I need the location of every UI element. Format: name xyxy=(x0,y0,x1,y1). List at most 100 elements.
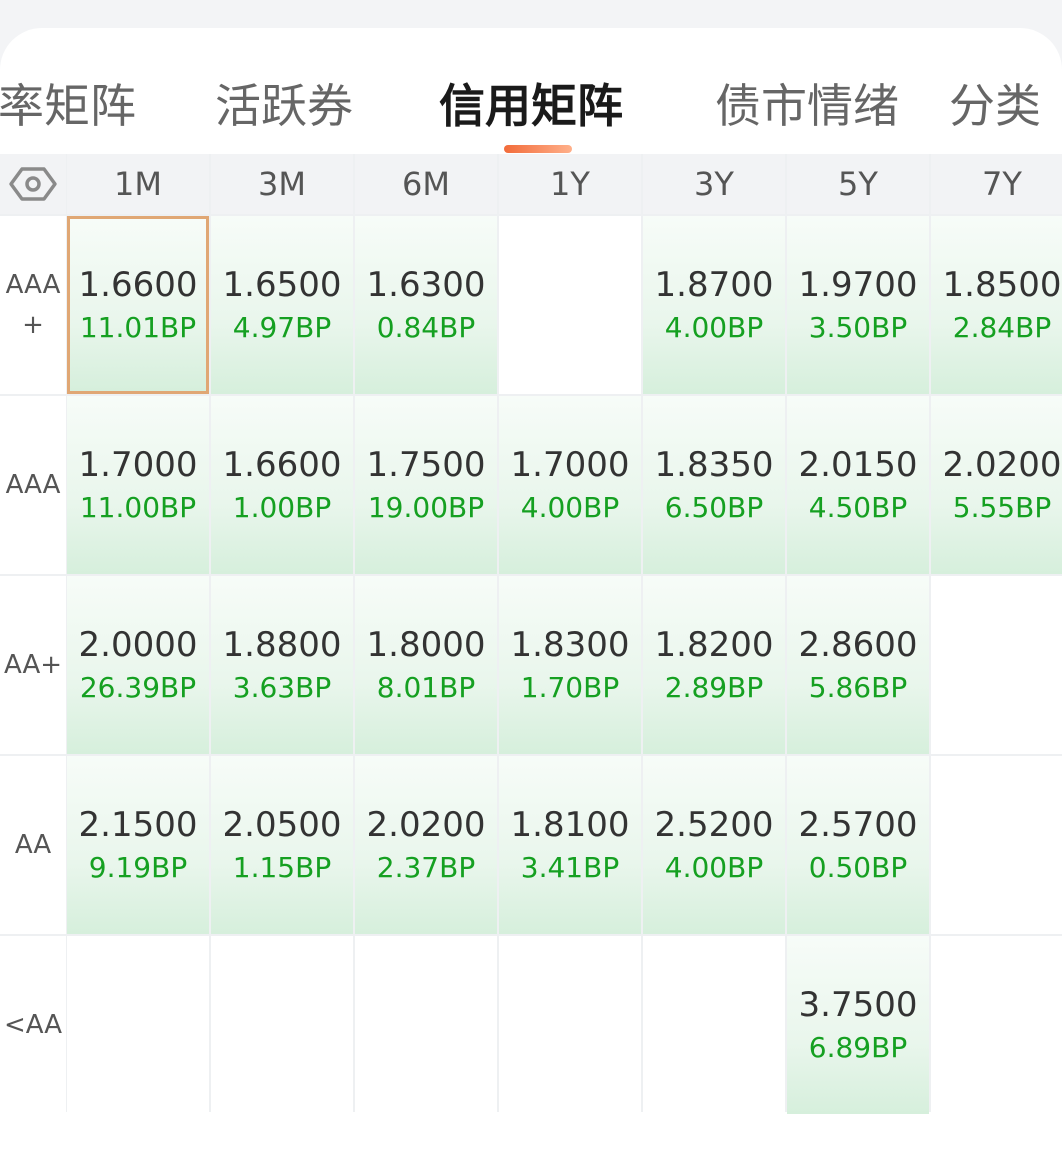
cell-yield-value: 1.7000 xyxy=(78,445,198,485)
row-label-line1: AAA xyxy=(5,270,61,300)
cell-change-bp: 8.01BP xyxy=(376,671,476,704)
cell-change-bp: 4.50BP xyxy=(808,491,908,524)
cell-change-bp: 1.15BP xyxy=(232,851,332,884)
cell-change-bp: 5.86BP xyxy=(808,671,908,704)
column-header[interactable]: 7Y xyxy=(931,154,1062,214)
credit-matrix-table: 1M 3M 6M 1Y 3Y 5Y 7Y AAA +1.6600 11.01BP 1.6500 4.9… xyxy=(0,154,1062,1114)
tab-rate-matrix[interactable]: 率矩阵 xyxy=(0,78,136,134)
cell-yield-value: 1.7500 xyxy=(366,445,486,485)
cell-yield-value: 2.5200 xyxy=(654,805,774,845)
cell-yield-value: 1.6300 xyxy=(366,265,486,305)
cell-yield-value: 2.0200 xyxy=(942,445,1062,485)
cell-yield-value: 1.8000 xyxy=(366,625,486,665)
matrix-cell[interactable]: 2.8600 5.86BP xyxy=(787,576,929,754)
cell-change-bp: 11.00BP xyxy=(79,491,197,524)
cell-change-bp: 26.39BP xyxy=(79,671,197,704)
matrix-cell[interactable]: 1.8300 1.70BP xyxy=(499,576,641,754)
matrix-cell-empty xyxy=(931,936,1062,1114)
row-label-line1: AAA xyxy=(5,470,61,500)
cell-yield-value: 2.0150 xyxy=(798,445,918,485)
matrix-cell[interactable]: 2.0200 5.55BP xyxy=(931,396,1062,574)
matrix-cell-empty xyxy=(499,936,641,1114)
matrix-cell[interactable]: 2.0150 4.50BP xyxy=(787,396,929,574)
row-label-line2: + xyxy=(22,310,44,340)
row-header: <AA xyxy=(0,936,66,1114)
cell-change-bp: 4.00BP xyxy=(520,491,620,524)
matrix-cell[interactable]: 1.6600 11.01BP xyxy=(67,216,209,394)
row-header-text: AAA xyxy=(6,465,61,505)
matrix-cell-empty xyxy=(643,936,785,1114)
cell-yield-value: 1.8800 xyxy=(222,625,342,665)
matrix-settings-button[interactable] xyxy=(0,154,66,214)
column-header[interactable]: 1M xyxy=(67,154,209,214)
cell-yield-value: 1.6500 xyxy=(222,265,342,305)
cell-yield-value: 1.8350 xyxy=(654,445,774,485)
matrix-cell[interactable]: 2.0000 26.39BP xyxy=(67,576,209,754)
column-header[interactable]: 5Y xyxy=(787,154,929,214)
matrix-cell[interactable]: 2.0200 2.37BP xyxy=(355,756,497,934)
matrix-cell[interactable]: 1.8350 6.50BP xyxy=(643,396,785,574)
matrix-cell[interactable]: 1.6600 1.00BP xyxy=(211,396,353,574)
cell-change-bp: 11.01BP xyxy=(79,311,197,344)
tab-category[interactable]: 分类 xyxy=(949,78,1041,134)
cell-change-bp: 3.50BP xyxy=(808,311,908,344)
row-header-text: AAA + xyxy=(6,265,61,345)
matrix-cell[interactable]: 3.7500 6.89BP xyxy=(787,936,929,1114)
matrix-cell[interactable]: 1.7000 11.00BP xyxy=(67,396,209,574)
cell-yield-value: 1.8100 xyxy=(510,805,630,845)
column-header[interactable]: 6M xyxy=(355,154,497,214)
cell-yield-value: 1.8500 xyxy=(942,265,1062,305)
cell-change-bp: 5.55BP xyxy=(952,491,1052,524)
hexagon-settings-icon xyxy=(9,167,57,201)
cell-yield-value: 3.7500 xyxy=(798,985,918,1025)
cell-yield-value: 2.0500 xyxy=(222,805,342,845)
matrix-cell[interactable]: 1.7500 19.00BP xyxy=(355,396,497,574)
column-header[interactable]: 1Y xyxy=(499,154,641,214)
column-header[interactable]: 3Y xyxy=(643,154,785,214)
cell-change-bp: 19.00BP xyxy=(367,491,485,524)
matrix-cell[interactable]: 1.8500 2.84BP xyxy=(931,216,1062,394)
matrix-cell[interactable]: 1.8000 8.01BP xyxy=(355,576,497,754)
row-header: AA xyxy=(0,756,66,934)
matrix-cell-empty xyxy=(355,936,497,1114)
cell-yield-value: 2.0000 xyxy=(78,625,198,665)
row-header: AAA xyxy=(0,396,66,574)
matrix-cell[interactable]: 1.6300 0.84BP xyxy=(355,216,497,394)
tab-bond-sentiment[interactable]: 债市情绪 xyxy=(715,78,899,134)
matrix-cell[interactable]: 2.0500 1.15BP xyxy=(211,756,353,934)
cell-change-bp: 4.97BP xyxy=(232,311,332,344)
matrix-cell[interactable]: 1.8100 3.41BP xyxy=(499,756,641,934)
cell-change-bp: 2.84BP xyxy=(952,311,1052,344)
matrix-cell[interactable]: 1.7000 4.00BP xyxy=(499,396,641,574)
matrix-cell[interactable]: 2.5200 4.00BP xyxy=(643,756,785,934)
cell-yield-value: 1.7000 xyxy=(510,445,630,485)
cell-change-bp: 3.41BP xyxy=(520,851,620,884)
cell-yield-value: 1.8300 xyxy=(510,625,630,665)
cell-change-bp: 4.00BP xyxy=(664,311,764,344)
cell-change-bp: 0.50BP xyxy=(808,851,908,884)
cell-change-bp: 4.00BP xyxy=(664,851,764,884)
credit-matrix-card: 率矩阵 活跃券 信用矩阵 债市情绪 分类 1M 3M 6M 1Y 3Y 5Y 7Y AAA +1… xyxy=(0,28,1062,1150)
matrix-cell-empty xyxy=(931,756,1062,934)
cell-change-bp: 1.00BP xyxy=(232,491,332,524)
tab-active-bonds[interactable]: 活跃券 xyxy=(215,78,353,134)
row-header: AA+ xyxy=(0,576,66,754)
row-label-line1: AA xyxy=(14,830,52,860)
matrix-cell[interactable]: 1.6500 4.97BP xyxy=(211,216,353,394)
row-header-text: <AA xyxy=(4,1005,62,1045)
tab-credit-matrix[interactable]: 信用矩阵 xyxy=(439,78,623,134)
cell-change-bp: 2.89BP xyxy=(664,671,764,704)
matrix-cell[interactable]: 1.8700 4.00BP xyxy=(643,216,785,394)
cell-yield-value: 2.8600 xyxy=(798,625,918,665)
cell-change-bp: 0.84BP xyxy=(376,311,476,344)
matrix-cell[interactable]: 2.5700 0.50BP xyxy=(787,756,929,934)
cell-change-bp: 9.19BP xyxy=(88,851,188,884)
matrix-cell[interactable]: 2.1500 9.19BP xyxy=(67,756,209,934)
tab-bar: 率矩阵 活跃券 信用矩阵 债市情绪 分类 xyxy=(0,28,1062,154)
row-label-line1: AA+ xyxy=(3,650,63,680)
matrix-cell[interactable]: 1.9700 3.50BP xyxy=(787,216,929,394)
active-tab-indicator xyxy=(504,145,572,153)
column-header[interactable]: 3M xyxy=(211,154,353,214)
matrix-cell[interactable]: 1.8800 3.63BP xyxy=(211,576,353,754)
matrix-cell[interactable]: 1.8200 2.89BP xyxy=(643,576,785,754)
